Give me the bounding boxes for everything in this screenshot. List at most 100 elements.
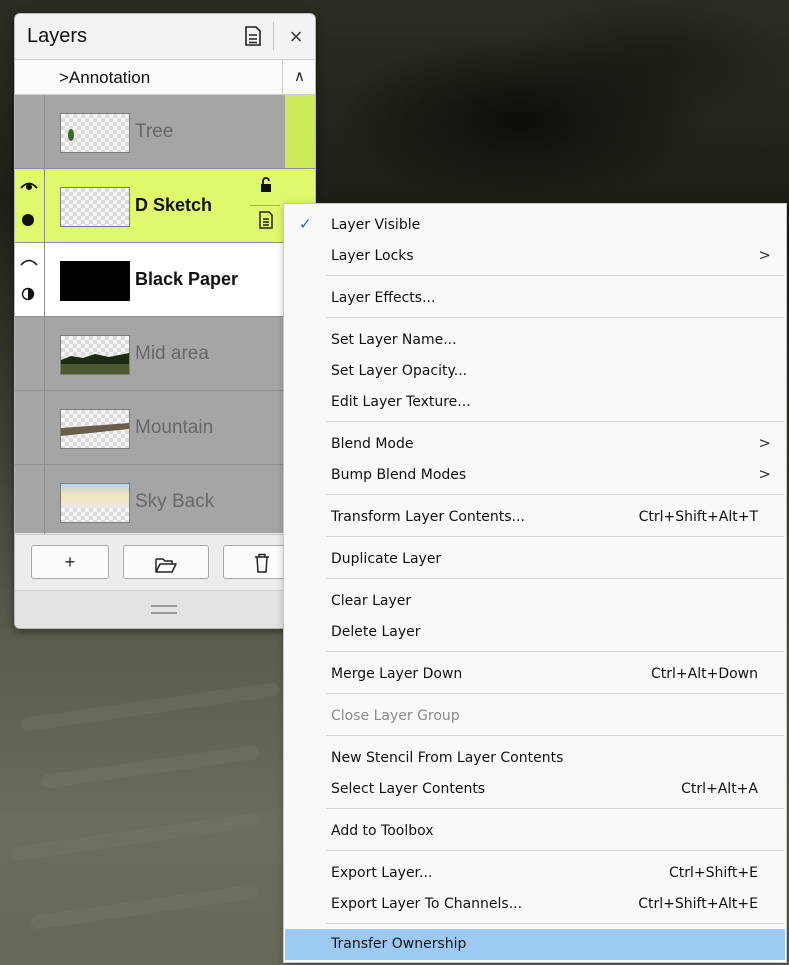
menu-item-bump-blend-modes[interactable]: Bump Blend Modes > (285, 460, 785, 490)
layer-row-tree[interactable]: Tree (15, 95, 315, 169)
layer-name: Mid area (135, 343, 209, 364)
collapse-group-button[interactable]: ∧ (282, 60, 315, 94)
layer-row-d-sketch[interactable]: D Sketch (15, 169, 315, 243)
layer-thumbnail (60, 483, 130, 523)
layer-visibility-toggle[interactable] (15, 465, 45, 538)
panel-title: Layers (27, 25, 88, 47)
submenu-arrow-icon: > (758, 465, 771, 483)
menu-item-shortcut: Ctrl+Shift+Alt+T (638, 509, 758, 525)
layer-thumbnail (60, 187, 130, 227)
menu-item-label: Layer Visible (331, 217, 421, 233)
menu-item-label: Layer Locks (331, 248, 414, 264)
layer-visibility-toggle[interactable] (15, 169, 45, 242)
menu-item-merge-layer-down[interactable]: Merge Layer Down Ctrl+Alt+Down (285, 659, 785, 689)
menu-item-label: Blend Mode (331, 436, 414, 452)
menu-item-export-layer-to-channels[interactable]: Export Layer To Channels... Ctrl+Shift+A… (285, 889, 785, 919)
opacity-icon[interactable] (21, 213, 35, 232)
menu-item-set-layer-opacity[interactable]: Set Layer Opacity... (285, 356, 785, 386)
menu-item-shortcut: Ctrl+Alt+Down (651, 666, 758, 682)
panel-footer: + (15, 534, 315, 590)
layer-name: Tree (135, 121, 174, 142)
layer-visibility-toggle[interactable] (15, 95, 45, 168)
layer-row-mid-area[interactable]: Mid area (15, 317, 315, 391)
menu-item-label: Duplicate Layer (331, 551, 442, 567)
layer-group-label: >Annotation (59, 68, 151, 87)
menu-item-clear-layer[interactable]: Clear Layer (285, 586, 785, 616)
menu-item-layer-effects[interactable]: Layer Effects... (285, 283, 785, 313)
layer-thumbnail (60, 113, 130, 153)
layer-group-row[interactable]: >Annotation ∧ (15, 60, 315, 95)
opacity-icon[interactable] (21, 287, 35, 306)
menu-item-transform-layer-contents[interactable]: Transform Layer Contents... Ctrl+Shift+A… (285, 502, 785, 532)
layer-row-mountain[interactable]: Mountain (15, 391, 315, 465)
canvas-texture (20, 681, 280, 733)
menu-separator (326, 808, 784, 809)
layer-row-black-paper[interactable]: Black Paper (15, 243, 315, 317)
menu-item-set-layer-name[interactable]: Set Layer Name... (285, 325, 785, 355)
canvas-texture (30, 884, 260, 930)
menu-item-blend-mode[interactable]: Blend Mode > (285, 429, 785, 459)
layers-panel: Layers × >Annotation ∧ Tree D Sketch Bla… (14, 13, 316, 629)
menu-item-shortcut: Ctrl+Shift+Alt+E (638, 896, 758, 912)
row-divider (250, 205, 280, 206)
menu-item-delete-layer[interactable]: Delete Layer (285, 617, 785, 647)
layer-visibility-toggle[interactable] (15, 243, 45, 316)
eye-icon[interactable] (20, 179, 38, 197)
header-divider (273, 22, 274, 50)
add-layer-button[interactable]: + (31, 545, 109, 579)
layer-list: Tree D Sketch Black Paper Mid area Mount… (15, 95, 315, 539)
layer-visibility-toggle[interactable] (15, 317, 45, 390)
layer-name: Mountain (135, 417, 214, 438)
layer-context-menu: ✓ Layer Visible Layer Locks > Layer Effe… (283, 203, 787, 963)
grip-handle-icon[interactable] (151, 605, 177, 614)
menu-separator (326, 275, 784, 276)
menu-item-label: Export Layer To Channels... (331, 896, 523, 912)
menu-item-label: Set Layer Name... (331, 332, 457, 348)
menu-item-add-to-toolbox[interactable]: Add to Toolbox (285, 816, 785, 846)
layer-menu-icon[interactable] (258, 211, 274, 234)
menu-item-transfer-ownership[interactable]: Transfer Ownership (285, 929, 785, 960)
menu-item-label: Clear Layer (331, 593, 412, 609)
menu-item-label: Select Layer Contents (331, 781, 486, 797)
lock-icon[interactable] (259, 177, 273, 198)
menu-item-export-layer[interactable]: Export Layer... Ctrl+Shift+E (285, 858, 785, 888)
canvas-texture (40, 744, 260, 790)
menu-item-label: Close Layer Group (331, 708, 460, 724)
layer-name: Sky Back (135, 491, 215, 512)
panel-resize-grip[interactable] (15, 590, 315, 628)
menu-separator (326, 317, 784, 318)
submenu-arrow-icon: > (758, 434, 771, 452)
menu-separator (326, 923, 784, 924)
menu-item-duplicate-layer[interactable]: Duplicate Layer (285, 544, 785, 574)
closed-eye-icon[interactable] (20, 255, 38, 273)
layer-color-strip (285, 95, 315, 168)
menu-separator (326, 693, 784, 694)
layer-visibility-toggle[interactable] (15, 391, 45, 464)
layer-thumbnail (60, 409, 130, 449)
menu-item-layer-locks[interactable]: Layer Locks > (285, 241, 785, 271)
menu-item-label: Export Layer... (331, 865, 433, 881)
menu-separator (326, 735, 784, 736)
close-button[interactable]: × (280, 22, 312, 52)
menu-item-label: Merge Layer Down (331, 666, 463, 682)
menu-item-close-layer-group: Close Layer Group (285, 701, 785, 731)
menu-item-label: Layer Effects... (331, 290, 436, 306)
trash-icon (254, 551, 270, 583)
menu-separator (326, 651, 784, 652)
menu-item-shortcut: Ctrl+Alt+A (681, 781, 758, 797)
menu-item-layer-visible[interactable]: ✓ Layer Visible (285, 210, 785, 240)
menu-separator (326, 494, 784, 495)
menu-item-new-stencil[interactable]: New Stencil From Layer Contents (285, 743, 785, 773)
menu-item-label: Transform Layer Contents... (331, 509, 525, 525)
checkmark-icon: ✓ (299, 215, 312, 233)
menu-item-label: Delete Layer (331, 624, 421, 640)
layer-thumbnail (60, 335, 130, 375)
menu-item-label: Set Layer Opacity... (331, 363, 468, 379)
layer-row-sky-back[interactable]: Sky Back (15, 465, 315, 539)
menu-item-edit-layer-texture[interactable]: Edit Layer Texture... (285, 387, 785, 417)
panel-menu-icon[interactable] (243, 25, 263, 47)
menu-item-label: Add to Toolbox (331, 823, 434, 839)
menu-item-select-layer-contents[interactable]: Select Layer Contents Ctrl+Alt+A (285, 774, 785, 804)
folder-icon (155, 552, 177, 584)
add-group-button[interactable] (123, 545, 209, 579)
